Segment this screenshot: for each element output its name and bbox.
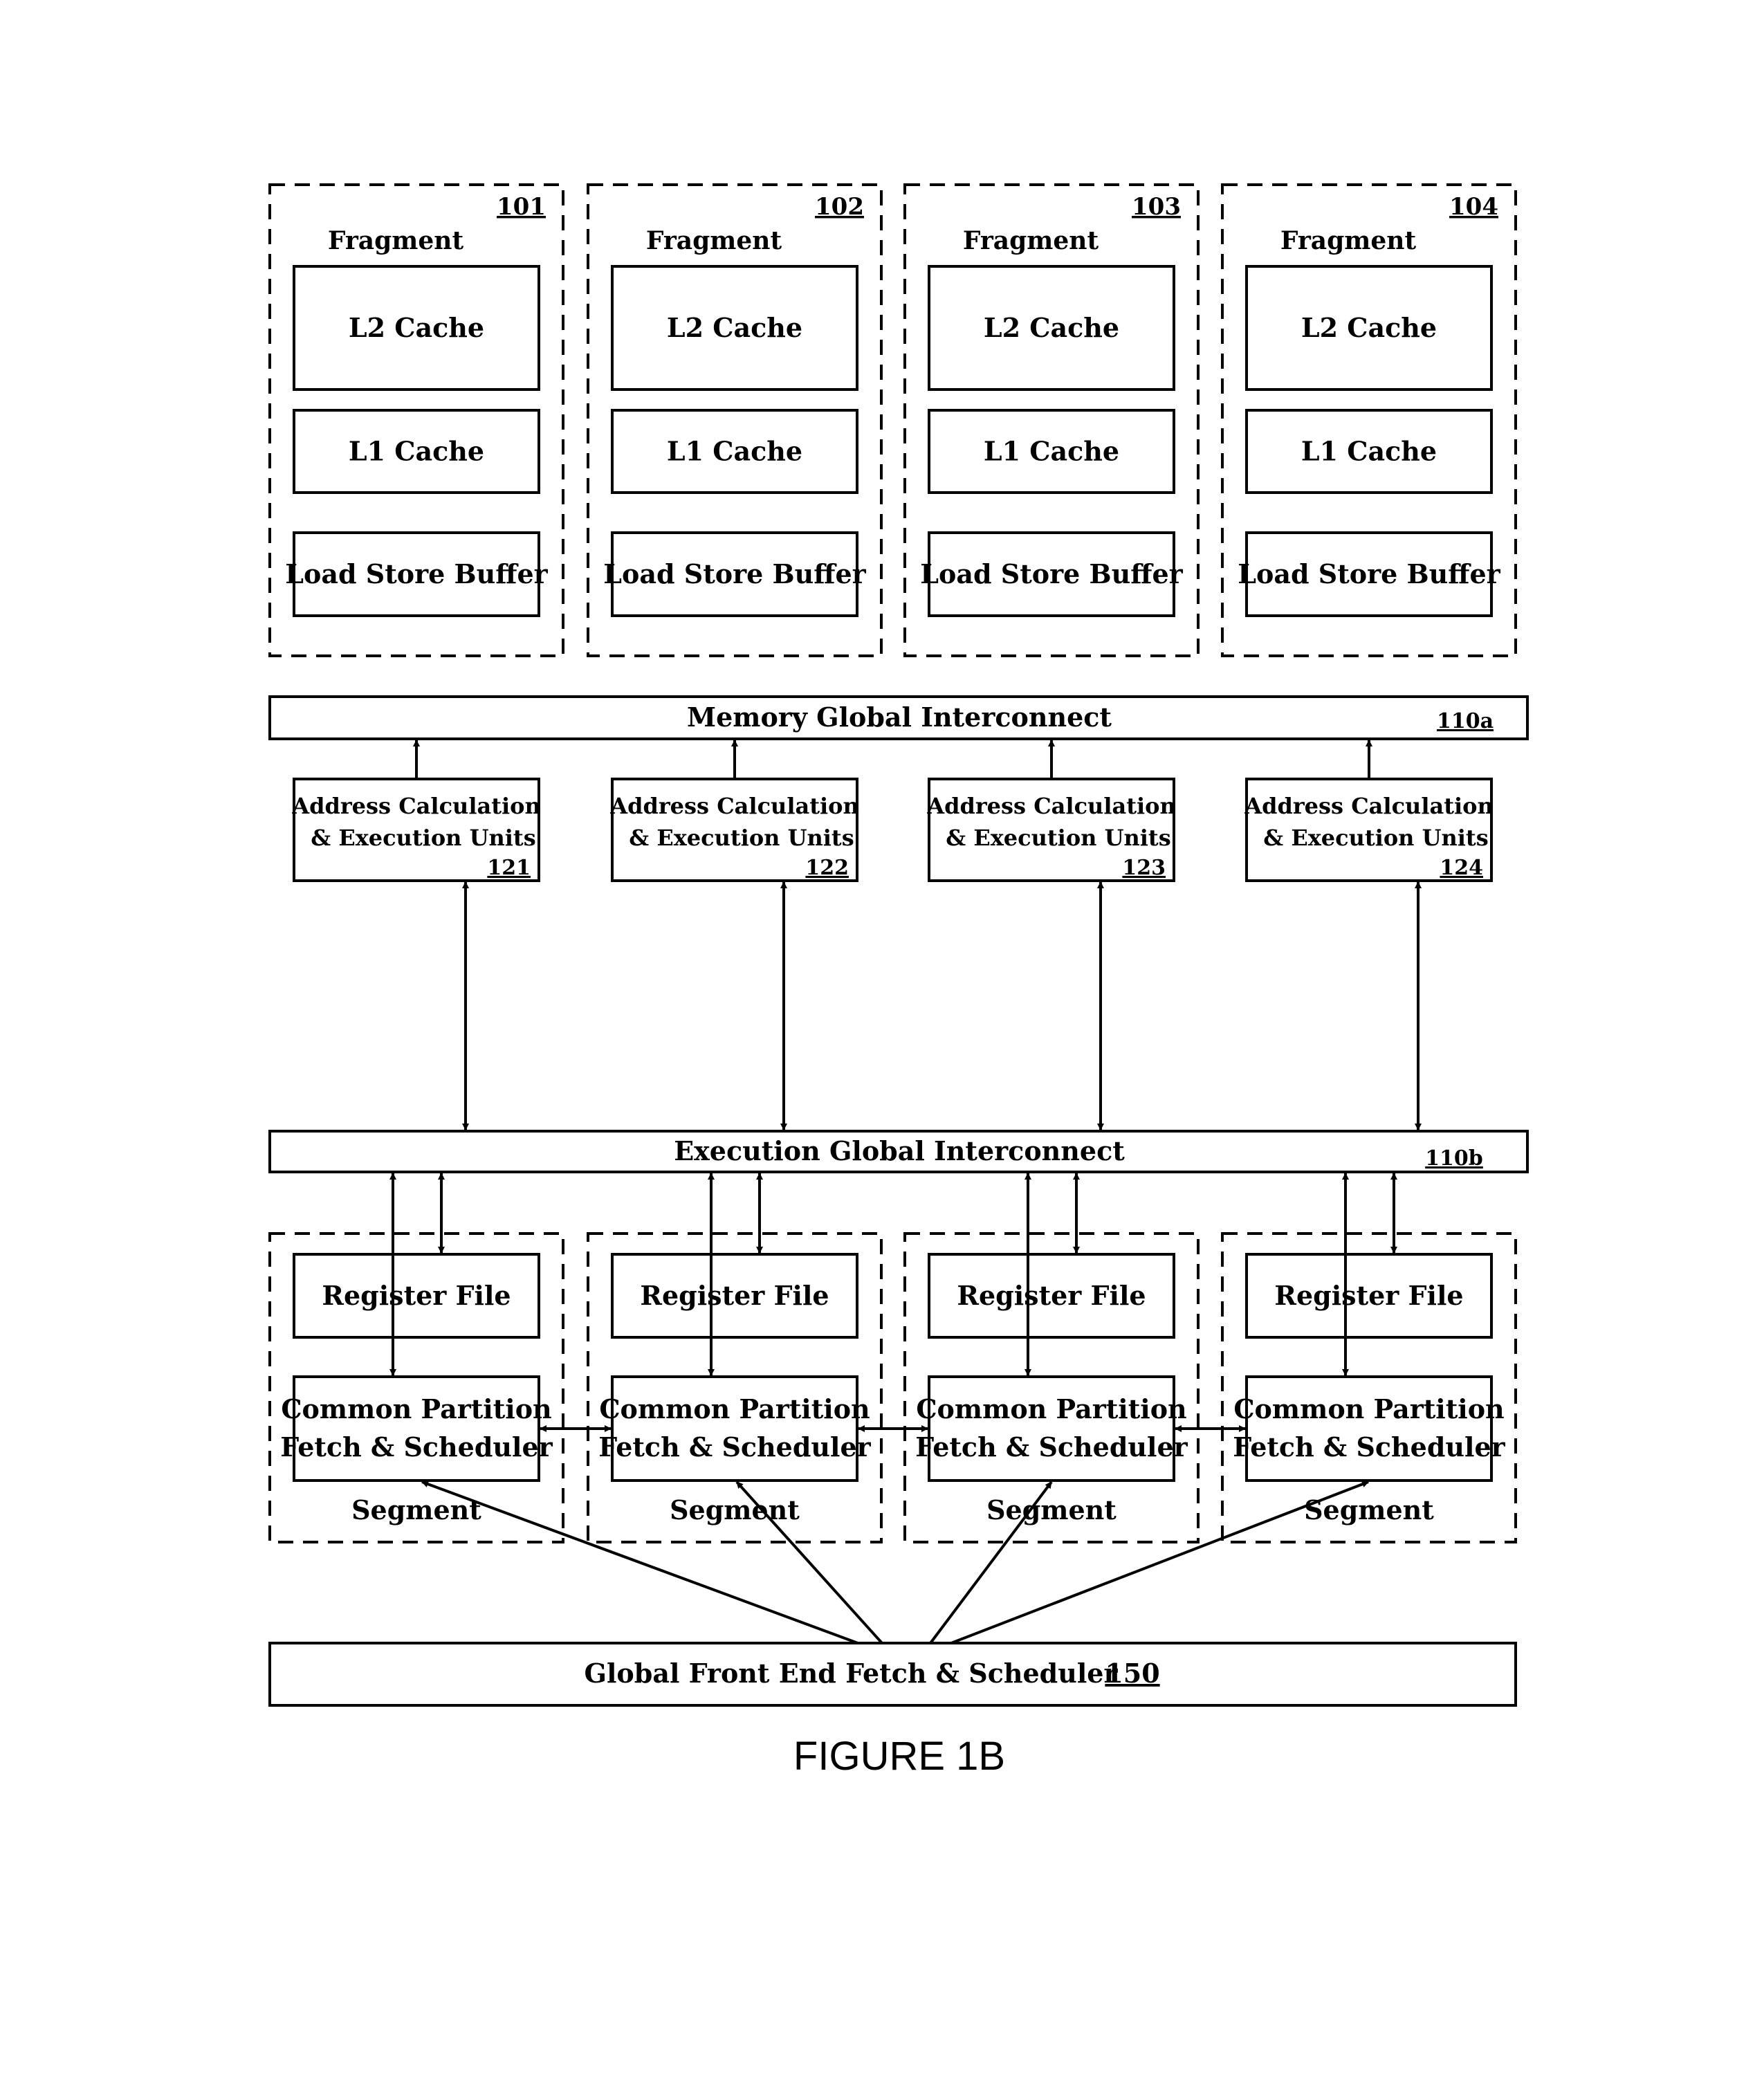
l2-cache-label: L2 Cache: [1301, 312, 1437, 343]
l1-cache-label: L1 Cache: [984, 436, 1119, 467]
l2-cache-label: L2 Cache: [984, 312, 1119, 343]
memory-global-interconnect: Memory Global Interconnect 110a: [268, 695, 1529, 740]
segment-1: Register File Common Partition Fetch & Sch…: [268, 1232, 564, 1543]
fragment-ref: 101: [497, 193, 546, 221]
register-file-label: Register File: [322, 1280, 511, 1311]
execution-unit-122: Address Calculation & Execution Units 122: [609, 778, 859, 882]
load-store-buffer-label: Load Store Buffer: [1238, 558, 1500, 589]
segment-title: Segment: [351, 1494, 481, 1525]
l1-cache-label: L1 Cache: [667, 436, 802, 467]
execution-global-interconnect: Execution Global Interconnect 110b: [268, 1130, 1529, 1173]
cpfs-line2: Fetch & Scheduler: [280, 1431, 553, 1463]
front-end-dispatch-arrow: [735, 1481, 883, 1644]
l1-cache-label: L1 Cache: [1301, 436, 1437, 467]
execution-unit-ref: 122: [805, 856, 849, 880]
execution-unit-line1: Address Calculation: [609, 793, 859, 819]
l2-cache-label: L2 Cache: [667, 312, 802, 343]
global-front-end-label: Global Front End Fetch & Scheduler: [585, 1658, 1119, 1689]
segment-2: Register File Common Partition Fetch & Sch…: [587, 1232, 883, 1543]
execution-unit-line1: Address Calculation: [1244, 793, 1494, 819]
fragment-104: 104 Fragment L2 Cache L1 Cache Load Store Bu…: [1221, 183, 1517, 657]
fragment-102: 102 Fragment L2 Cache L1 Cache Load Store Bu…: [587, 183, 883, 657]
cpfs-box: [293, 1375, 540, 1482]
fragment-title: Fragment: [963, 226, 1099, 255]
fragment-title: Fragment: [1280, 226, 1417, 255]
fragment-title: Fragment: [328, 226, 464, 255]
execution-unit-123: Address Calculation & Execution Units 123: [926, 778, 1176, 882]
segment-title: Segment: [670, 1494, 800, 1525]
execution-unit-line1: Address Calculation: [926, 793, 1176, 819]
fragment-103: 103 Fragment L2 Cache L1 Cache Load Store Bu…: [903, 183, 1200, 657]
register-file-label: Register File: [640, 1280, 829, 1311]
cpfs-line2: Fetch & Scheduler: [1233, 1431, 1505, 1463]
execution-unit-line2: & Execution Units: [629, 825, 854, 851]
cpfs-box: [928, 1375, 1175, 1482]
segment-4: Register File Common Partition Fetch & Sch…: [1221, 1232, 1517, 1543]
execution-unit-line1: Address Calculation: [291, 793, 541, 819]
cpfs-line1: Common Partition: [599, 1393, 870, 1424]
fragment-ref: 102: [815, 193, 864, 221]
fragment-ref: 104: [1449, 193, 1498, 221]
register-file-label: Register File: [1274, 1280, 1463, 1311]
fragment-title: Fragment: [646, 226, 782, 255]
cpfs-box: [1245, 1375, 1493, 1482]
cpfs-box: [611, 1375, 858, 1482]
execution-unit-line2: & Execution Units: [1263, 825, 1488, 851]
l2-cache-label: L2 Cache: [349, 312, 484, 343]
cpfs-line1: Common Partition: [1233, 1393, 1504, 1424]
execution-interconnect-label: Execution Global Interconnect: [674, 1135, 1125, 1166]
fragment-ref: 103: [1132, 193, 1181, 221]
figure-1b-diagram: 101 Fragment L2 Cache L1 Cache Load Store Bu…: [268, 183, 1529, 1779]
segment-title: Segment: [986, 1494, 1117, 1525]
memory-interconnect-ref: 110a: [1437, 709, 1494, 733]
execution-interconnect-ref: 110b: [1425, 1146, 1483, 1171]
cpfs-line2: Fetch & Scheduler: [915, 1431, 1188, 1463]
memory-interconnect-label: Memory Global Interconnect: [687, 702, 1112, 733]
cpfs-line1: Common Partition: [281, 1393, 551, 1424]
fragment-101: 101 Fragment L2 Cache L1 Cache Load Store Bu…: [268, 183, 564, 657]
load-store-buffer-label: Load Store Buffer: [285, 558, 548, 589]
execution-unit-line2: & Execution Units: [946, 825, 1170, 851]
execution-unit-ref: 121: [487, 856, 531, 880]
global-front-end-fetch-scheduler: Global Front End Fetch & Scheduler 150: [268, 1642, 1517, 1707]
register-file-label: Register File: [957, 1280, 1146, 1311]
figure-label: FIGURE 1B: [793, 1734, 1005, 1779]
load-store-buffer-label: Load Store Buffer: [603, 558, 866, 589]
load-store-buffer-label: Load Store Buffer: [920, 558, 1183, 589]
execution-unit-line2: & Execution Units: [311, 825, 535, 851]
execution-unit-ref: 123: [1122, 856, 1166, 880]
cpfs-line2: Fetch & Scheduler: [598, 1431, 871, 1463]
segment-3: Register File Common Partition Fetch & Sch…: [903, 1232, 1200, 1543]
l1-cache-label: L1 Cache: [349, 436, 484, 467]
global-front-end-ref: 150: [1105, 1658, 1159, 1689]
cpfs-line1: Common Partition: [916, 1393, 1186, 1424]
execution-unit-ref: 124: [1440, 856, 1483, 880]
execution-unit-121: Address Calculation & Execution Units 121: [291, 778, 541, 882]
execution-unit-124: Address Calculation & Execution Units 124: [1244, 778, 1494, 882]
